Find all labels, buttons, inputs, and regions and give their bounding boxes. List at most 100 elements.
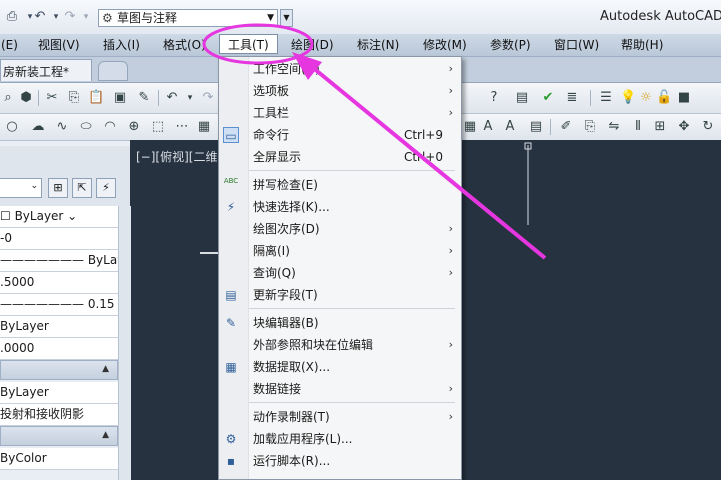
- menu-item[interactable]: 数据链接 ›: [219, 378, 461, 400]
- paste-icon[interactable]: 📋: [88, 90, 104, 106]
- insert-block-icon[interactable]: ⊕: [126, 119, 142, 135]
- property-row[interactable]: ByLayer: [0, 382, 118, 404]
- mirror-icon[interactable]: ⇋: [606, 119, 622, 135]
- menu-item[interactable]: ▤ 更新字段(T): [219, 284, 461, 306]
- menu-item[interactable]: ⚙ 加载应用程序(L)...: [219, 428, 461, 450]
- move-icon[interactable]: ✥: [676, 119, 692, 135]
- property-row[interactable]: -0: [0, 228, 118, 250]
- menu-item[interactable]: 外部参照和块在位编辑 ›: [219, 334, 461, 356]
- menu-insert[interactable]: 插入(I): [103, 37, 140, 53]
- property-row[interactable]: ——————— 0.15 mm: [0, 294, 118, 316]
- cut-icon[interactable]: ✂: [44, 90, 60, 106]
- menu-item-label: 工具栏: [253, 106, 290, 120]
- brush-icon[interactable]: ✎: [136, 90, 152, 106]
- circle-icon[interactable]: ○: [4, 119, 20, 135]
- property-section-header[interactable]: ▲: [0, 360, 118, 380]
- property-row[interactable]: ☐ ByLayer ⌄: [0, 206, 118, 228]
- menu-item[interactable]: ▭ 命令行 Ctrl+9: [219, 124, 461, 146]
- menu-item[interactable]: ⚡ 快速选择(K)...: [219, 196, 461, 218]
- sun-icon[interactable]: ☼: [638, 90, 654, 106]
- menu-item[interactable]: 全屏显示 Ctrl+0: [219, 146, 461, 168]
- property-row[interactable]: .0000: [0, 338, 118, 360]
- menu-item[interactable]: 查询(Q) ›: [219, 262, 461, 284]
- menu-window[interactable]: 窗口(W): [554, 37, 599, 53]
- point-icon[interactable]: ⋯: [174, 119, 190, 135]
- menu-item[interactable]: ✎ 块编辑器(B): [219, 312, 461, 334]
- cloud-icon[interactable]: ☁: [30, 119, 46, 135]
- offset-icon[interactable]: ⫴: [630, 119, 646, 135]
- menu-dimension[interactable]: 标注(N): [357, 37, 399, 53]
- table-icon[interactable]: ▦: [462, 119, 478, 135]
- make-block-icon[interactable]: ⬚: [150, 119, 166, 135]
- menu-item-shortcut: Ctrl+0: [403, 150, 443, 164]
- document-tab[interactable]: 房新装工程* ✕: [0, 59, 109, 81]
- match-properties-icon[interactable]: ▣: [112, 90, 128, 106]
- property-row[interactable]: 投射和接收阴影: [0, 404, 118, 426]
- spline-icon[interactable]: ∿: [54, 119, 70, 135]
- help-icon[interactable]: ?: [486, 90, 502, 106]
- menu-draw[interactable]: 绘图(D): [291, 37, 334, 53]
- menu-edit[interactable]: (E): [1, 37, 18, 53]
- copy-object-icon[interactable]: ⎘: [582, 119, 598, 135]
- undo-icon[interactable]: ↶: [32, 9, 48, 25]
- properties-scrollbar[interactable]: [118, 206, 131, 480]
- submenu-arrow-icon: ›: [448, 106, 453, 119]
- toggle-pickadd-button[interactable]: ⊞: [48, 178, 68, 198]
- undo-icon[interactable]: ↶: [164, 90, 180, 106]
- menu-item-label: 加载应用程序(L)...: [253, 432, 353, 446]
- quick-access-more-button[interactable]: ▼: [280, 9, 293, 27]
- update-field-icon: ▤: [225, 288, 237, 302]
- property-row[interactable]: ByColor: [0, 448, 118, 470]
- property-row[interactable]: .5000: [0, 272, 118, 294]
- lightbulb-icon[interactable]: 💡: [620, 90, 636, 106]
- copy-icon[interactable]: ⎘: [66, 90, 82, 106]
- menu-item[interactable]: 隔离(I) ›: [219, 240, 461, 262]
- array-icon[interactable]: ⊞: [652, 119, 668, 135]
- color-swatch-icon[interactable]: ■: [676, 90, 692, 106]
- property-row[interactable]: ByLayer: [0, 316, 118, 338]
- ellipse-arc-icon[interactable]: ◠: [102, 119, 118, 135]
- new-tab-button[interactable]: [98, 61, 128, 81]
- menu-item[interactable]: 动作录制器(T) ›: [219, 406, 461, 428]
- text-icon[interactable]: A: [480, 119, 496, 135]
- select-objects-button[interactable]: ⇱: [72, 178, 92, 198]
- toolpalette-icon[interactable]: ▤: [514, 90, 530, 106]
- print-icon[interactable]: ⎙: [4, 9, 20, 25]
- menu-item[interactable]: ▦ 数据提取(X)...: [219, 356, 461, 378]
- layer-icon[interactable]: ☰: [598, 90, 614, 106]
- hatch-icon[interactable]: ▦: [196, 119, 212, 135]
- menu-item[interactable]: 工具栏 ›: [219, 102, 461, 124]
- menu-modify[interactable]: 修改(M): [423, 37, 467, 53]
- menu-item[interactable]: 选项板 ›: [219, 80, 461, 102]
- ellipse-icon[interactable]: ⬭: [78, 119, 94, 135]
- menu-item[interactable]: 工作空间(O) ›: [219, 58, 461, 80]
- mtext-icon[interactable]: A: [502, 119, 518, 135]
- 3d-object-icon[interactable]: ⬢: [18, 90, 34, 106]
- erase-icon[interactable]: ✐: [558, 119, 574, 135]
- menu-help[interactable]: 帮助(H): [621, 37, 663, 53]
- menu-tools[interactable]: 工具(T): [219, 34, 278, 54]
- redo-dropdown-icon[interactable]: ▾: [78, 9, 94, 25]
- menu-item[interactable]: ABC 拼写检查(E): [219, 174, 461, 196]
- menu-view[interactable]: 视图(V): [38, 37, 80, 53]
- title-bar: ⎙ ▾ ↶ ▾ ↷ ▾ ⚙ 草图与注释 ▼ ▼ Autodesk AutoCAD…: [0, 0, 721, 35]
- lock-icon[interactable]: 🔓: [656, 90, 672, 106]
- rotate-icon[interactable]: ↻: [700, 119, 716, 135]
- menu-parametric[interactable]: 参数(P): [490, 37, 531, 53]
- workspace-selector[interactable]: ⚙ 草图与注释 ▼: [98, 9, 278, 27]
- zoom-icon[interactable]: ⌕: [0, 90, 16, 106]
- quick-select-button[interactable]: ⚡: [96, 178, 116, 198]
- menu-item-label: 工作空间(O): [253, 62, 320, 76]
- attribute-icon[interactable]: ▤: [528, 119, 544, 135]
- menu-item[interactable]: 绘图次序(D) ›: [219, 218, 461, 240]
- object-type-select[interactable]: ⌄: [0, 178, 42, 198]
- menu-item[interactable]: ▪ 运行脚本(R)...: [219, 450, 461, 472]
- property-row[interactable]: ——————— ByLayer: [0, 250, 118, 272]
- redo-icon[interactable]: ↷: [62, 9, 78, 25]
- chevron-down-icon[interactable]: ▾: [182, 90, 198, 106]
- check-icon[interactable]: ✔: [540, 90, 556, 106]
- property-section-header[interactable]: ▲: [0, 426, 118, 446]
- redo-icon[interactable]: ↷: [200, 90, 216, 106]
- layer-state-icon[interactable]: ≣: [564, 90, 580, 106]
- menu-format[interactable]: 格式(O): [163, 37, 206, 53]
